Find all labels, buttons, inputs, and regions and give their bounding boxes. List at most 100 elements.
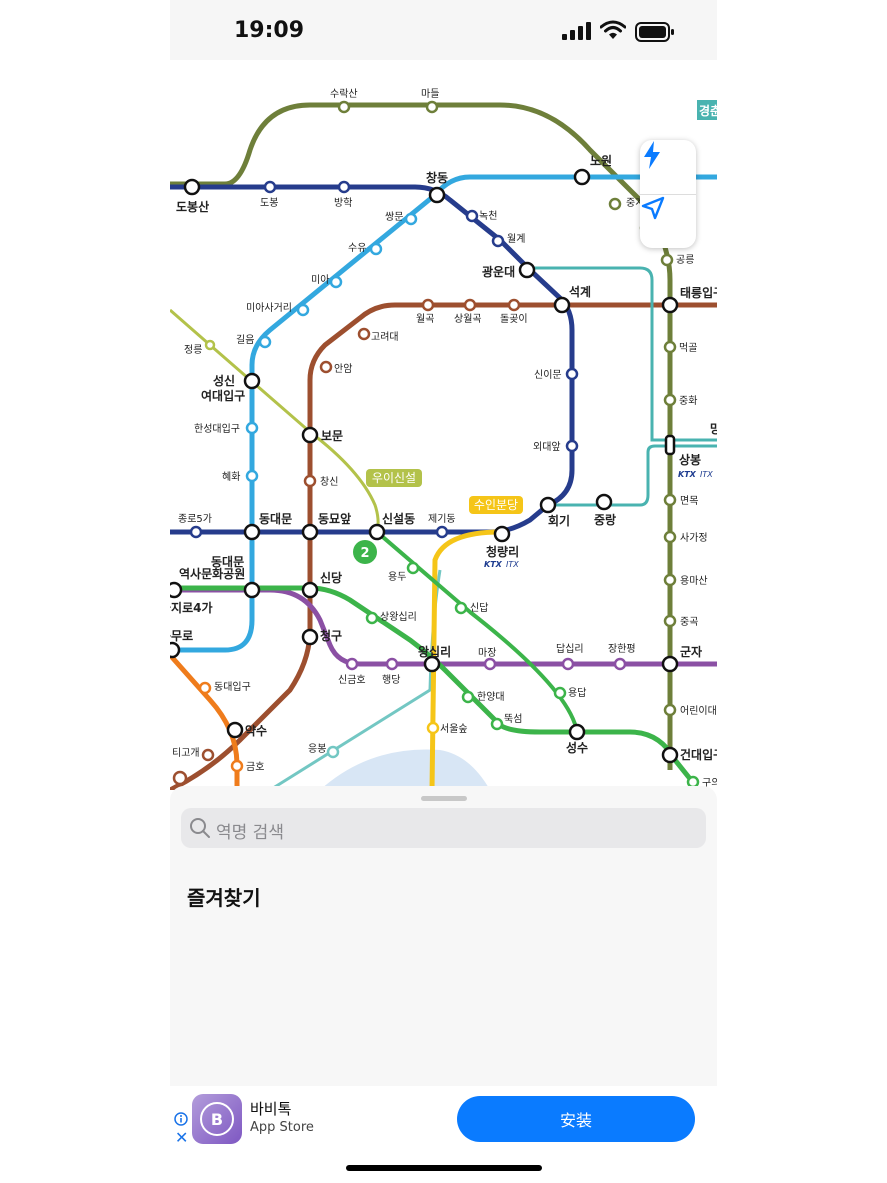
station-singeumho[interactable]: [345, 657, 359, 671]
transfer-dongdaemun[interactable]: [243, 523, 261, 541]
transfer-chungmuro[interactable]: [170, 641, 181, 659]
station-seoulforest[interactable]: [426, 721, 440, 735]
ad-info-icon[interactable]: [174, 1112, 188, 1126]
transfer-euljiro4[interactable]: [170, 581, 183, 599]
ad-app-icon[interactable]: B: [192, 1094, 242, 1144]
transfer-taereung[interactable]: [661, 296, 679, 314]
favorites-title: 즐겨찾기: [187, 886, 261, 910]
transfer-tigogae-edge[interactable]: [172, 770, 188, 786]
station-mia[interactable]: [329, 275, 343, 289]
label-nowon: 노원: [590, 154, 612, 168]
transfer-seongsu[interactable]: [568, 723, 586, 741]
label-hanyang: 한양대: [477, 691, 505, 703]
transfer-jungnang[interactable]: [595, 493, 613, 511]
ad-banner[interactable]: ✕ B 바비톡 App Store 安装: [170, 1086, 717, 1152]
station-hyehwa[interactable]: [245, 469, 259, 483]
station-yongmasan[interactable]: [663, 573, 677, 587]
station-janghanpyeong[interactable]: [613, 657, 627, 671]
transfer-bomun[interactable]: [301, 426, 319, 444]
transfer-wangsimni[interactable]: [423, 655, 441, 673]
station-banghak[interactable]: [337, 180, 351, 194]
station-myeonmok[interactable]: [663, 493, 677, 507]
station-gongneung[interactable]: [660, 253, 674, 267]
transfer-yaksu[interactable]: [226, 721, 244, 739]
station-sangwangsimni[interactable]: [365, 611, 379, 625]
transfer-ddp[interactable]: [243, 581, 261, 599]
transfer-sangbong[interactable]: [664, 434, 676, 456]
station-dongdaeipgu[interactable]: [198, 681, 212, 695]
station-ssangmun[interactable]: [404, 212, 418, 226]
transfer-gunja[interactable]: [661, 655, 679, 673]
station-oedae[interactable]: [565, 439, 579, 453]
sheet-grabber[interactable]: [421, 796, 467, 801]
transfer-changdong[interactable]: [428, 186, 446, 204]
station-tigogae[interactable]: [201, 748, 215, 762]
station-junggye[interactable]: [608, 197, 622, 211]
station-ttukseom[interactable]: [490, 717, 504, 731]
subway-map-canvas[interactable]: 2 우이신설 수인분당 경춘 도봉산 도봉 방학 수락산 마들 창동 노원 중계…: [170, 60, 717, 790]
transfer-hoegi[interactable]: [539, 496, 557, 514]
station-hansung[interactable]: [245, 421, 259, 435]
ad-install-button[interactable]: 安装: [457, 1096, 695, 1142]
transfer-sindang[interactable]: [301, 581, 319, 599]
station-junghwa[interactable]: [663, 393, 677, 407]
station-goryeo[interactable]: [357, 327, 371, 341]
label-wolgye: 월계: [507, 233, 525, 245]
station-sindap[interactable]: [454, 601, 468, 615]
station-changsin[interactable]: [303, 474, 317, 488]
station-nokcheon[interactable]: [465, 209, 479, 223]
station-gireum[interactable]: [258, 335, 272, 349]
station-anam[interactable]: [319, 360, 333, 374]
station-eungbong[interactable]: [326, 745, 340, 759]
transfer-cheonggu[interactable]: [301, 628, 319, 646]
station-dobong[interactable]: [263, 180, 277, 194]
ad-close-icon[interactable]: ✕: [175, 1128, 188, 1147]
locate-button[interactable]: [640, 195, 696, 249]
station-yongdu[interactable]: [406, 561, 420, 575]
station-search-input[interactable]: 역명 검색: [181, 808, 706, 848]
transfer-nowon[interactable]: [573, 168, 591, 186]
station-sangwolgok[interactable]: [463, 298, 477, 312]
ad-app-name: 바비톡: [250, 1100, 292, 1118]
station-jegi[interactable]: [435, 525, 449, 539]
subway-map[interactable]: 2 우이신설 수인분당 경춘 도봉산 도봉 방학 수락산 마들 창동 노원 중계…: [170, 60, 717, 790]
station-sagajeong[interactable]: [663, 530, 677, 544]
search-icon: [190, 818, 210, 838]
label-dongdaemun: 동대문: [259, 512, 292, 526]
label-dolgoji: 돌곶이: [500, 313, 528, 325]
suin-bundang-tag-text: 수인분당: [474, 498, 518, 512]
station-haengdang[interactable]: [385, 657, 399, 671]
transfer-konkuk[interactable]: [661, 746, 679, 764]
transfer-dobongsan[interactable]: [183, 178, 201, 196]
transfer-kwangwoon[interactable]: [518, 261, 536, 279]
search-placeholder: 역명 검색: [216, 823, 284, 843]
label-sangbong: 상봉: [679, 452, 701, 467]
station-dapsimni[interactable]: [561, 657, 575, 671]
station-suyu[interactable]: [369, 242, 383, 256]
station-geumho[interactable]: [230, 759, 244, 773]
station-suraksan[interactable]: [337, 100, 351, 114]
station-sinimun[interactable]: [565, 367, 579, 381]
transfer-seongsin[interactable]: [243, 372, 261, 390]
station-junggok[interactable]: [663, 614, 677, 628]
label-sangwolgok: 상월곡: [454, 313, 482, 325]
station-wolgok[interactable]: [421, 298, 435, 312]
transfer-cheongnyangni[interactable]: [493, 525, 511, 543]
station-majang[interactable]: [483, 657, 497, 671]
transfer-dongmyo[interactable]: [301, 523, 319, 541]
station-meokgol[interactable]: [663, 340, 677, 354]
transfer-sinseol[interactable]: [368, 523, 386, 541]
transfer-seokgye[interactable]: [553, 296, 571, 314]
station-hanyang[interactable]: [461, 690, 475, 704]
station-yongdap[interactable]: [553, 686, 567, 700]
station-dolgoji[interactable]: [507, 298, 521, 312]
station-eorini[interactable]: [663, 703, 677, 717]
bottom-sheet[interactable]: 역명 검색 즐겨찾기: [170, 786, 717, 1086]
station-madeul[interactable]: [425, 100, 439, 114]
station-miasageori[interactable]: [296, 303, 310, 317]
station-jongno5[interactable]: [189, 525, 203, 539]
label-hansung: 한성대입구: [194, 422, 240, 435]
station-wolgye[interactable]: [491, 234, 505, 248]
quick-route-button[interactable]: [640, 140, 696, 194]
station-jeongneung[interactable]: [204, 339, 216, 351]
